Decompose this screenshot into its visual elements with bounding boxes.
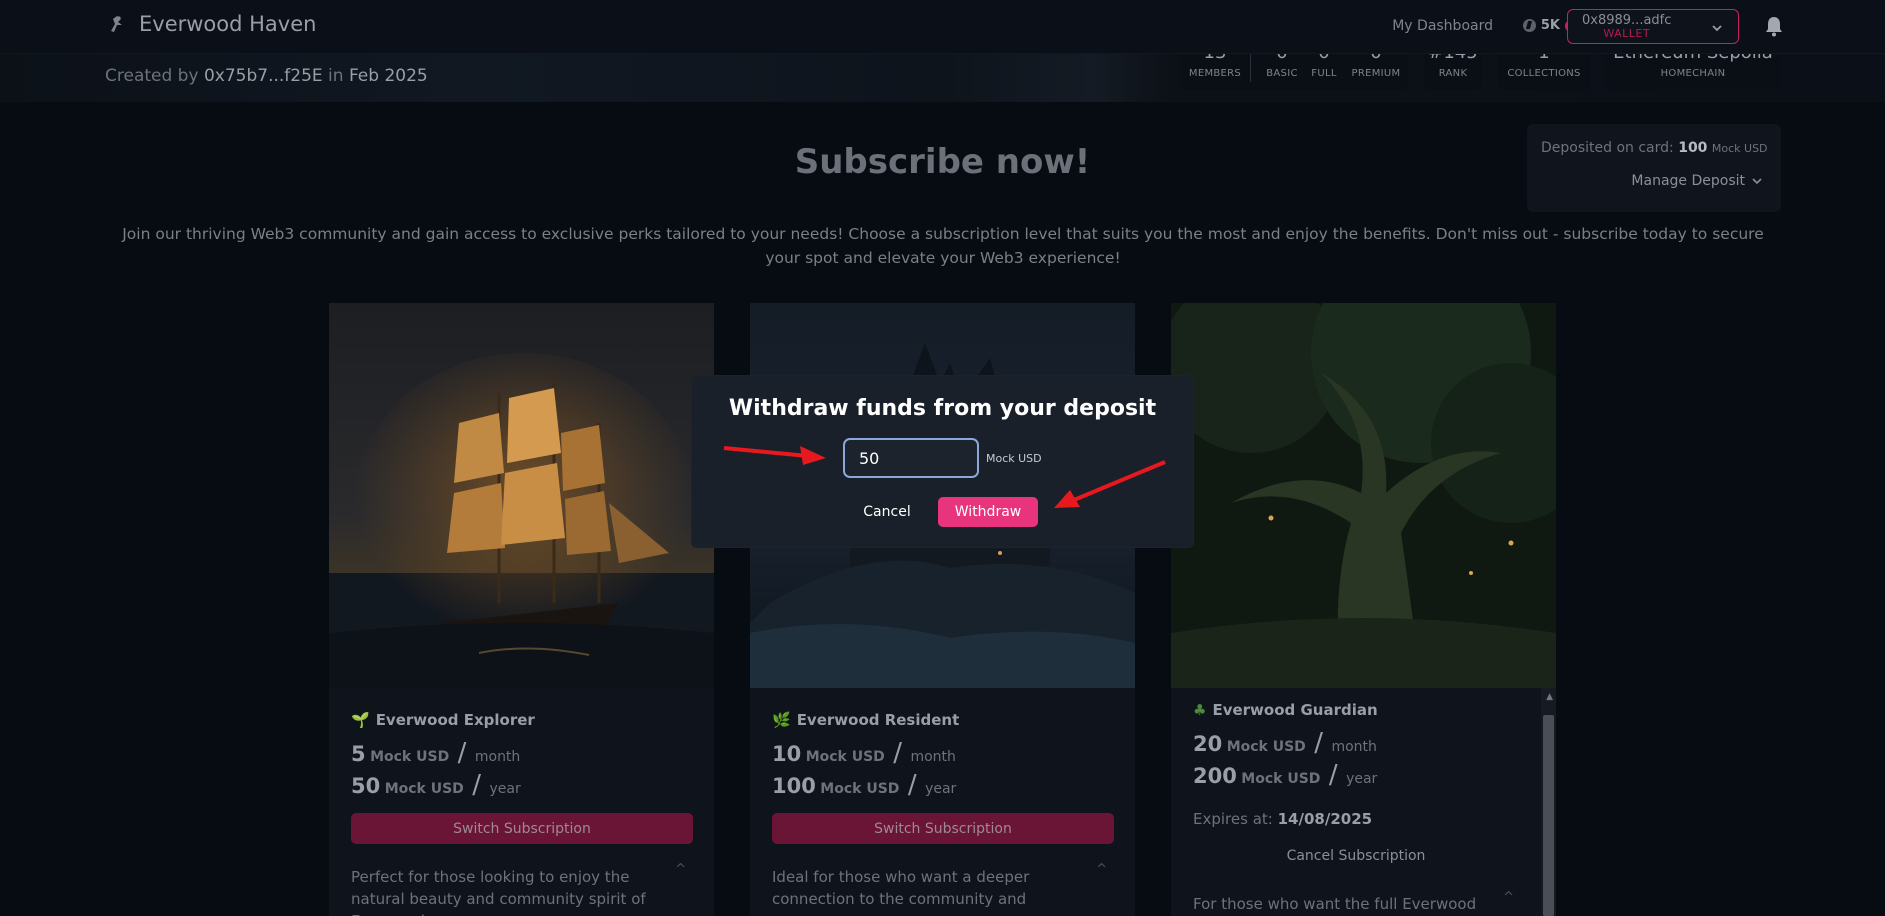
created-in: in [328,66,344,86]
switch-subscription-button[interactable]: Switch Subscription [351,813,693,844]
yearly-price-currency: Mock USD [384,781,464,797]
expires-info: Expires at: 14/08/2025 [1193,810,1372,828]
monthly-price-value: 20 [1193,732,1223,756]
withdraw-button[interactable]: Withdraw [938,497,1038,527]
cancel-button[interactable]: Cancel [842,497,932,527]
switch-subscription-button[interactable]: Switch Subscription [772,813,1114,844]
card-image-ship [329,303,714,688]
chevron-down-icon [1712,25,1722,32]
yearly-price: 50 Mock USD / year [351,770,521,800]
my-dashboard-link[interactable]: My Dashboard [1392,18,1493,34]
monthly-price-currency: Mock USD [370,749,450,765]
monthly-price: 5 Mock USD / month [351,738,520,768]
top-navbar: Everwood Haven My Dashboard 5K 0x8989...… [0,0,1885,54]
seedling-icon: 🌱 [351,711,370,729]
withdraw-modal: Withdraw funds from your deposit Mock US… [692,376,1193,547]
card-scrollbar[interactable]: ▲ [1541,688,1556,916]
logo-icon [111,16,122,32]
monthly-price: 10 Mock USD / month [772,738,956,768]
monthly-price-currency: Mock USD [805,749,885,765]
stat-collections-label: COLLECTIONS [1507,68,1581,79]
scrollbar-thumb[interactable] [1543,715,1554,916]
stat-homechain-label: HOMECHAIN [1660,68,1726,79]
chevron-up-icon[interactable]: ^ [1096,862,1107,877]
created-prefix: Created by [105,66,199,86]
price-separator: / [907,770,917,800]
plan-name: ♣ Everwood Guardian [1193,701,1378,719]
subscription-card-explorer: 🌱 Everwood Explorer 5 Mock USD / month 5… [329,303,714,916]
stat-members-label: MEMBERS [1188,68,1242,79]
yearly-price-period: year [925,781,957,797]
page-title: Subscribe now! [794,142,1091,182]
card-body: 🌿 Everwood Resident 10 Mock USD / month … [750,688,1135,916]
yearly-price-currency: Mock USD [820,781,900,797]
monthly-price-period: month [474,749,521,765]
points-value: 5K [1540,18,1560,33]
brand[interactable]: Everwood Haven [105,12,316,36]
chevron-up-icon[interactable]: ^ [1503,890,1514,905]
stat-rank-label: RANK [1438,68,1468,79]
monthly-price: 20 Mock USD / month [1193,728,1377,758]
plan-description: For those who want the full Everwood [1193,895,1477,913]
expires-date: 14/08/2025 [1277,810,1373,828]
modal-title: Withdraw funds from your deposit [728,396,1157,421]
monthly-price-period: month [910,749,956,765]
stat-basic-label: BASIC [1266,68,1298,79]
intro-text: Join our thriving Web3 community and gai… [122,225,1764,267]
yearly-price-value: 200 [1193,764,1237,788]
scroll-up-icon[interactable]: ▲ [1546,692,1553,702]
stat-full-label: FULL [1311,68,1337,79]
wallet-address: 0x8989...adfc [1582,12,1672,28]
card-body: ♣ Everwood Guardian 20 Mock USD / month … [1171,688,1556,916]
bell-icon[interactable] [1763,14,1785,38]
monthly-price-currency: Mock USD [1226,739,1306,755]
plan-name-label: Everwood Explorer [375,711,535,729]
yearly-price: 100 Mock USD / year [772,770,956,800]
withdraw-amount-input[interactable] [843,438,979,478]
yearly-price: 200 Mock USD / year [1193,760,1377,790]
brand-name: Everwood Haven [139,12,317,36]
yearly-price-period: year [489,781,521,797]
herb-icon: 🌿 [772,711,791,729]
price-separator: / [457,738,467,768]
plan-name: 🌱 Everwood Explorer [351,711,535,729]
points-icon [1522,19,1536,32]
wallet-label: WALLET [1603,26,1651,40]
price-separator: / [472,770,482,800]
stat-premium-label: PREMIUM [1351,68,1401,79]
price-separator: / [1328,760,1338,790]
price-separator: / [893,738,903,768]
plan-description: Ideal for those who want a deeper connec… [772,868,1030,908]
chevron-up-icon[interactable]: ^ [675,862,686,877]
plan-description: Perfect for those looking to enjoy the n… [351,868,646,916]
monthly-price-period: month [1331,739,1377,755]
expires-label: Expires at: [1193,810,1273,828]
subscription-card-guardian: ♣ Everwood Guardian 20 Mock USD / month … [1171,303,1556,916]
creator-address[interactable]: 0x75b7...f25E [204,66,323,86]
created-info: Created by 0x75b7...f25E in Feb 2025 [105,66,428,86]
plan-name: 🌿 Everwood Resident [772,711,959,729]
card-image-tree [1171,303,1556,688]
price-separator: / [1314,728,1324,758]
yearly-price-value: 50 [351,774,381,798]
plan-name-label: Everwood Guardian [1212,701,1378,719]
wallet-button[interactable]: 0x8989...adfc WALLET [1567,9,1739,44]
plan-name-label: Everwood Resident [796,711,960,729]
yearly-price-value: 100 [772,774,816,798]
monthly-price-value: 10 [772,742,802,766]
yearly-price-period: year [1346,771,1378,787]
withdraw-unit: Mock USD [986,452,1042,465]
tree-icon: ♣ [1193,701,1207,719]
created-date: Feb 2025 [348,66,428,86]
cancel-subscription-button[interactable]: Cancel Subscription [1171,848,1541,864]
card-body: 🌱 Everwood Explorer 5 Mock USD / month 5… [329,688,714,916]
yearly-price-currency: Mock USD [1241,771,1321,787]
monthly-price-value: 5 [351,742,366,766]
hero-band: Created by 0x75b7...f25E in Feb 2025 13 … [0,44,1885,102]
